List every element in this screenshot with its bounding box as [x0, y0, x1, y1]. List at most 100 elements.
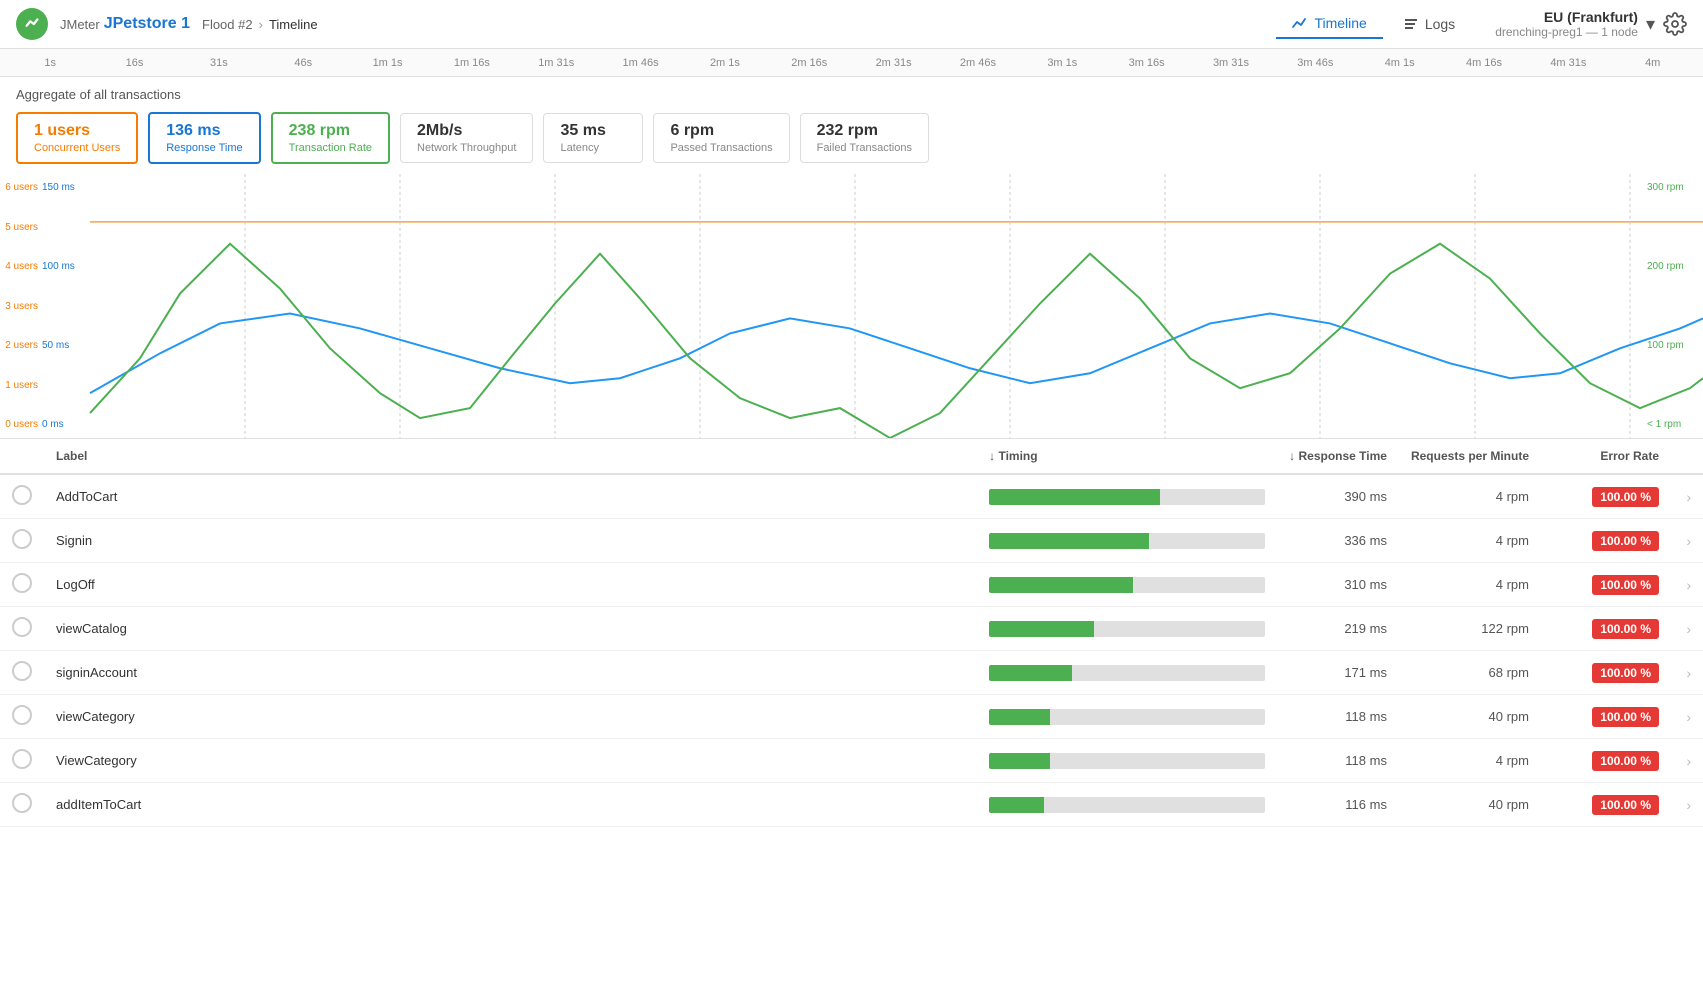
- row-rpm-0: 4 rpm: [1399, 474, 1541, 519]
- chevron-right-icon[interactable]: ›: [1686, 753, 1691, 769]
- row-check-3[interactable]: [0, 607, 44, 651]
- row-timing-1: [977, 519, 1277, 563]
- metric-value-concurrent-users: 1 users: [34, 122, 120, 140]
- chevron-right-icon[interactable]: ›: [1686, 577, 1691, 593]
- y-axis-user-label: 1 users: [2, 380, 42, 391]
- row-check-5[interactable]: [0, 695, 44, 739]
- ruler-tick: 2m 31s: [851, 57, 935, 69]
- table-row[interactable]: viewCatalog 219 ms 122 rpm 100.00 % ›: [0, 607, 1703, 651]
- ruler-tick: 31s: [177, 57, 261, 69]
- col-timing[interactable]: ↓ Timing: [977, 439, 1277, 474]
- gear-icon[interactable]: [1663, 12, 1687, 36]
- y-axis-rpm-label: 100 rpm: [1647, 340, 1703, 351]
- row-check-2[interactable]: [0, 563, 44, 607]
- timing-bar-fill-2: [989, 577, 1133, 593]
- row-rpm-1: 4 rpm: [1399, 519, 1541, 563]
- row-check-4[interactable]: [0, 651, 44, 695]
- y-axis-ms-label: 100 ms: [42, 261, 92, 272]
- chevron-right-icon[interactable]: ›: [1686, 489, 1691, 505]
- row-arrow-3[interactable]: ›: [1671, 607, 1703, 651]
- chevron-right-icon[interactable]: ›: [1686, 709, 1691, 725]
- ruler-tick: 2m 1s: [683, 57, 767, 69]
- metric-card-passed-transactions[interactable]: 6 rpm Passed Transactions: [653, 113, 789, 163]
- metric-value-transaction-rate: 238 rpm: [289, 122, 372, 140]
- row-timing-4: [977, 651, 1277, 695]
- row-check-0[interactable]: [0, 474, 44, 519]
- row-error-1: 100.00 %: [1541, 519, 1671, 563]
- table-row[interactable]: ViewCategory 118 ms 4 rpm 100.00 % ›: [0, 739, 1703, 783]
- row-arrow-7[interactable]: ›: [1671, 783, 1703, 827]
- metric-value-latency: 35 ms: [560, 122, 626, 140]
- row-arrow-2[interactable]: ›: [1671, 563, 1703, 607]
- data-table-container: Label ↓ Timing ↓ Response Time Requests …: [0, 439, 1703, 827]
- metric-card-latency[interactable]: 35 ms Latency: [543, 113, 643, 163]
- table-row[interactable]: AddToCart 390 ms 4 rpm 100.00 % ›: [0, 474, 1703, 519]
- chevron-right-icon[interactable]: ›: [1686, 665, 1691, 681]
- timing-bar-fill-5: [989, 709, 1050, 725]
- row-arrow-6[interactable]: ›: [1671, 739, 1703, 783]
- error-badge-2: 100.00 %: [1592, 575, 1659, 595]
- row-check-6[interactable]: [0, 739, 44, 783]
- breadcrumb-parent[interactable]: Flood #2: [202, 17, 253, 32]
- circle-check-1[interactable]: [12, 529, 32, 549]
- row-arrow-1[interactable]: ›: [1671, 519, 1703, 563]
- table-row[interactable]: viewCategory 118 ms 40 rpm 100.00 % ›: [0, 695, 1703, 739]
- row-label-7: addItemToCart: [44, 783, 977, 827]
- circle-check-2[interactable]: [12, 573, 32, 593]
- metric-label-response-time: Response Time: [166, 142, 242, 154]
- chevron-right-icon[interactable]: ›: [1686, 621, 1691, 637]
- metric-card-concurrent-users[interactable]: 1 users Concurrent Users: [16, 112, 138, 164]
- metric-label-concurrent-users: Concurrent Users: [34, 142, 120, 154]
- dropdown-icon[interactable]: ▾: [1646, 14, 1655, 35]
- region-name: EU (Frankfurt): [1495, 9, 1638, 25]
- timing-bar-bg-5: [989, 709, 1265, 725]
- metric-card-response-time[interactable]: 136 ms Response Time: [148, 112, 260, 164]
- chevron-right-icon[interactable]: ›: [1686, 533, 1691, 549]
- timing-bar-bg-6: [989, 753, 1265, 769]
- row-response-1: 336 ms: [1277, 519, 1399, 563]
- app-title[interactable]: JPetstore 1: [104, 15, 190, 33]
- y-axis-ms-label: 0 ms: [42, 419, 92, 430]
- region-selector[interactable]: EU (Frankfurt) drenching-preg1 — 1 node …: [1495, 9, 1687, 39]
- timing-bar-fill-6: [989, 753, 1050, 769]
- row-response-4: 171 ms: [1277, 651, 1399, 695]
- metric-value-failed-transactions: 232 rpm: [817, 122, 912, 140]
- circle-check-6[interactable]: [12, 749, 32, 769]
- tab-timeline[interactable]: Timeline: [1276, 9, 1382, 39]
- row-arrow-5[interactable]: ›: [1671, 695, 1703, 739]
- metric-label-latency: Latency: [560, 142, 626, 154]
- circle-check-5[interactable]: [12, 705, 32, 725]
- col-response[interactable]: ↓ Response Time: [1277, 439, 1399, 474]
- error-badge-4: 100.00 %: [1592, 663, 1659, 683]
- row-arrow-4[interactable]: ›: [1671, 651, 1703, 695]
- col-rpm: Requests per Minute: [1399, 439, 1541, 474]
- row-timing-5: [977, 695, 1277, 739]
- row-timing-0: [977, 474, 1277, 519]
- circle-check-7[interactable]: [12, 793, 32, 813]
- tab-logs[interactable]: Logs: [1387, 10, 1471, 38]
- row-error-2: 100.00 %: [1541, 563, 1671, 607]
- table-row[interactable]: signinAccount 171 ms 68 rpm 100.00 % ›: [0, 651, 1703, 695]
- row-label-4: signinAccount: [44, 651, 977, 695]
- transactions-table: Label ↓ Timing ↓ Response Time Requests …: [0, 439, 1703, 827]
- chevron-right-icon[interactable]: ›: [1686, 797, 1691, 813]
- table-row[interactable]: LogOff 310 ms 4 rpm 100.00 % ›: [0, 563, 1703, 607]
- table-row[interactable]: addItemToCart 116 ms 40 rpm 100.00 % ›: [0, 783, 1703, 827]
- row-arrow-0[interactable]: ›: [1671, 474, 1703, 519]
- row-response-6: 118 ms: [1277, 739, 1399, 783]
- metric-card-transaction-rate[interactable]: 238 rpm Transaction Rate: [271, 112, 390, 164]
- row-check-7[interactable]: [0, 783, 44, 827]
- timing-bar-fill-3: [989, 621, 1094, 637]
- circle-check-4[interactable]: [12, 661, 32, 681]
- metric-card-network-throughput[interactable]: 2Mb/s Network Throughput: [400, 113, 533, 163]
- metric-card-failed-transactions[interactable]: 232 rpm Failed Transactions: [800, 113, 929, 163]
- timing-bar-fill-4: [989, 665, 1072, 681]
- breadcrumb: Flood #2 › Timeline: [202, 17, 318, 32]
- circle-check-3[interactable]: [12, 617, 32, 637]
- metric-label-transaction-rate: Transaction Rate: [289, 142, 372, 154]
- row-check-1[interactable]: [0, 519, 44, 563]
- table-row[interactable]: Signin 336 ms 4 rpm 100.00 % ›: [0, 519, 1703, 563]
- circle-check-0[interactable]: [12, 485, 32, 505]
- row-response-0: 390 ms: [1277, 474, 1399, 519]
- y-axis-ms-label: 150 ms: [42, 182, 92, 193]
